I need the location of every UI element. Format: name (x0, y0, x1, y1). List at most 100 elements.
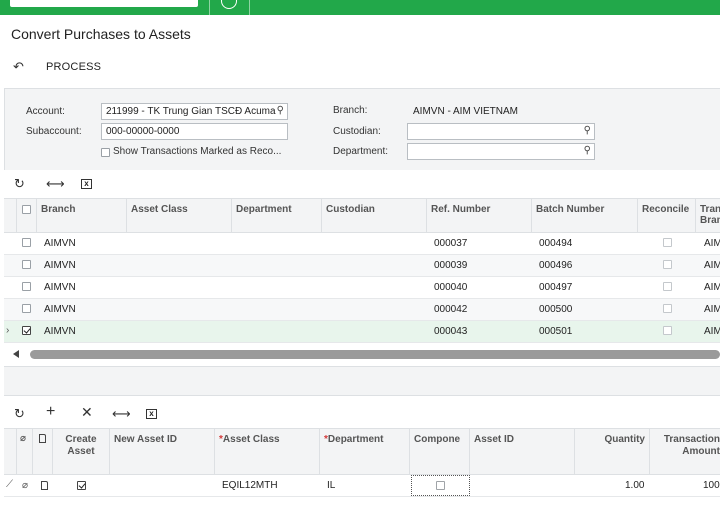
column-ref-number[interactable]: Ref. Number (427, 199, 532, 232)
process-button[interactable]: PROCESS (46, 61, 101, 73)
ref-number-cell: 000040 (434, 282, 468, 293)
transaction-branch-cell: AIM (704, 282, 720, 293)
component-cell[interactable] (411, 475, 470, 496)
row-selector-header (4, 429, 17, 474)
refresh-icon[interactable]: ↻ (14, 177, 25, 190)
table-row[interactable]: AIMVN 000037 000494 AIM (4, 233, 720, 255)
column-asset-class[interactable]: Asset Class (127, 199, 232, 232)
column-create-asset[interactable]: Create Asset (53, 429, 110, 474)
column-asset-class-label: Asset Class (222, 434, 280, 445)
custodian-field[interactable]: ⚲ (407, 123, 595, 140)
attachment-icon: ⌀ (20, 433, 27, 444)
global-search-input[interactable] (10, 0, 198, 7)
row-checkbox[interactable] (22, 238, 31, 247)
batch-number-cell: 000497 (539, 282, 573, 293)
custodian-label: Custodian: (333, 126, 381, 137)
row-checkbox[interactable] (22, 282, 31, 291)
select-all-cell (17, 199, 37, 232)
grid-header: Branch Asset Class Department Custodian … (4, 199, 720, 233)
branch-cell: AIMVN (44, 326, 76, 337)
asset-class-cell[interactable]: EQIL12MTH (222, 480, 278, 491)
batch-number-cell: 000496 (539, 260, 573, 271)
column-department[interactable]: Department (232, 199, 322, 232)
table-row[interactable]: AIMVN 000042 000500 AIM (4, 299, 720, 321)
excel-export-icon[interactable]: x (81, 179, 92, 189)
reconcile-checkbox (663, 260, 672, 269)
table-row[interactable]: › AIMVN 000043 000501 AIM (4, 321, 720, 343)
top-bar (0, 0, 720, 15)
excel-export-icon[interactable]: x (146, 409, 157, 419)
branch-cell: AIMVN (44, 304, 76, 315)
branch-label: Branch: (333, 105, 368, 116)
column-branch[interactable]: Branch (37, 199, 127, 232)
attachment-icon[interactable]: ⌀ (22, 480, 28, 491)
component-checkbox[interactable] (436, 481, 445, 490)
column-transaction-branch[interactable]: Tran Bran (696, 199, 720, 232)
column-create-asset-line2: Asset (67, 446, 95, 457)
branch-cell: AIMVN (44, 238, 76, 249)
column-transaction-branch-line1: Tran (700, 204, 720, 215)
create-asset-checkbox[interactable] (77, 481, 86, 490)
column-asset-class[interactable]: *Asset Class (215, 429, 320, 474)
search-icon[interactable]: ⚲ (584, 125, 591, 136)
history-icon[interactable] (221, 0, 237, 9)
column-batch-number[interactable]: Batch Number (532, 199, 638, 232)
note-header (33, 429, 53, 474)
reconcile-checkbox (663, 326, 672, 335)
transaction-branch-cell: AIM (704, 326, 720, 337)
column-quantity[interactable]: Quantity (575, 429, 650, 474)
search-icon[interactable]: ⚲ (277, 105, 284, 116)
batch-number-cell: 000500 (539, 304, 573, 315)
branch-cell: AIMVN (44, 282, 76, 293)
column-transaction-amount[interactable]: Transaction Amount (650, 429, 720, 474)
fit-columns-icon[interactable]: ⟷ (112, 407, 131, 420)
column-component[interactable]: Compone (410, 429, 470, 474)
grid-splitter[interactable] (4, 366, 720, 396)
transaction-branch-cell: AIM (704, 304, 720, 315)
fit-columns-icon[interactable]: ⟷ (46, 177, 65, 190)
note-icon (39, 434, 46, 443)
assets-grid: ⌀ Create Asset New Asset ID *Asset Class… (4, 428, 720, 497)
scrollbar-thumb[interactable] (30, 350, 720, 359)
show-reconciled-checkbox[interactable] (101, 148, 110, 157)
column-asset-id[interactable]: Asset ID (470, 429, 575, 474)
subaccount-field[interactable]: 000-00000-0000 (101, 123, 288, 140)
row-checkbox[interactable] (22, 326, 31, 335)
add-icon[interactable]: + (46, 404, 55, 420)
table-row[interactable]: AIMVN 000040 000497 AIM (4, 277, 720, 299)
branch-cell: AIMVN (44, 260, 76, 271)
column-transaction-amount-line1: Transaction (663, 434, 720, 445)
department-cell[interactable]: IL (327, 480, 335, 491)
note-icon[interactable] (41, 481, 48, 490)
ref-number-cell: 000043 (434, 326, 468, 337)
transaction-branch-cell: AIM (704, 238, 720, 249)
edit-row-icon[interactable]: ⟋ (6, 479, 13, 490)
undo-icon[interactable]: ↶ (13, 60, 24, 74)
scroll-left-icon[interactable] (13, 350, 19, 358)
delete-icon[interactable]: ✕ (81, 405, 93, 419)
column-new-asset-id[interactable]: New Asset ID (110, 429, 215, 474)
horizontal-scrollbar[interactable] (8, 348, 720, 360)
transaction-amount-cell: 100 (703, 480, 720, 491)
account-field[interactable]: 211999 - TK Trung Gian TSCĐ Acuma ⚲ (101, 103, 288, 120)
search-icon[interactable]: ⚲ (584, 145, 591, 156)
ref-number-cell: 000039 (434, 260, 468, 271)
column-create-asset-line1: Create (65, 434, 97, 445)
table-row[interactable]: AIMVN 000039 000496 AIM (4, 255, 720, 277)
table-row[interactable]: ⟋ ⌀ EQIL12MTH IL 1.00 100 (4, 475, 720, 497)
row-selector-header (4, 199, 17, 232)
column-custodian[interactable]: Custodian (322, 199, 427, 232)
column-department[interactable]: *Department (320, 429, 410, 474)
subaccount-label: Subaccount: (26, 126, 82, 137)
refresh-icon[interactable]: ↻ (14, 407, 25, 420)
quantity-cell[interactable]: 1.00 (625, 480, 644, 491)
transaction-branch-cell: AIM (704, 260, 720, 271)
row-checkbox[interactable] (22, 260, 31, 269)
column-reconcile[interactable]: Reconcile (638, 199, 696, 232)
topbar-divider (249, 0, 250, 15)
attachment-header: ⌀ (17, 429, 33, 474)
department-field[interactable]: ⚲ (407, 143, 595, 160)
select-all-checkbox[interactable] (22, 205, 31, 214)
row-checkbox[interactable] (22, 304, 31, 313)
column-transaction-amount-line2: Amount (682, 446, 720, 457)
